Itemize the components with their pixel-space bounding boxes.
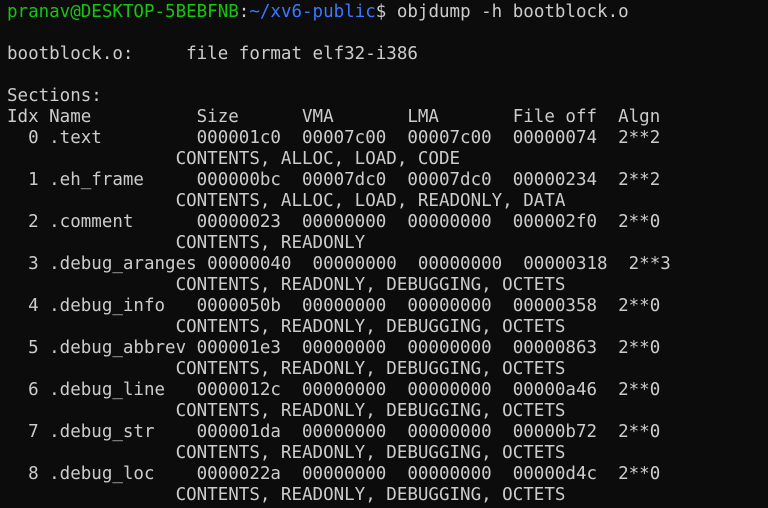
section-flags-debug-info: CONTENTS, READONLY, DEBUGGING, OCTETS xyxy=(7,317,566,337)
terminal-window[interactable]: pranav@DESKTOP-5BEBFNB:~/xv6-public$ obj… xyxy=(0,0,768,508)
prompt-separator: : xyxy=(238,2,250,22)
section-row-debug-loc: 8 .debug_loc 0000022a 00000000 00000000 … xyxy=(7,464,661,484)
section-row-text: 0 .text 000001c0 00007c00 00007c00 00000… xyxy=(7,128,661,148)
prompt-path: ~/xv6-public xyxy=(249,2,376,22)
section-flags-comment: CONTENTS, READONLY xyxy=(7,233,366,253)
section-row-debug-abbrev: 5 .debug_abbrev 000001e3 00000000 000000… xyxy=(7,338,661,358)
file-format-line: bootblock.o: file format elf32-i386 xyxy=(7,44,418,64)
command-text[interactable]: objdump -h bootblock.o xyxy=(397,2,629,22)
sections-label: Sections: xyxy=(7,86,102,106)
section-flags-debug-abbrev: CONTENTS, READONLY, DEBUGGING, OCTETS xyxy=(7,359,566,379)
section-row-comment: 2 .comment 00000023 00000000 00000000 00… xyxy=(7,212,661,232)
prompt-symbol: $ xyxy=(375,2,397,22)
prompt-line: pranav@DESKTOP-5BEBFNB:~/xv6-public$ obj… xyxy=(7,2,768,23)
section-row-debug-line: 6 .debug_line 0000012c 00000000 00000000… xyxy=(7,380,661,400)
section-row-eh-frame: 1 .eh_frame 000000bc 00007dc0 00007dc0 0… xyxy=(7,170,661,190)
section-row-debug-aranges: 3 .debug_aranges 00000040 00000000 00000… xyxy=(7,254,671,274)
section-flags-debug-loc: CONTENTS, READONLY, DEBUGGING, OCTETS xyxy=(7,485,566,505)
section-flags-debug-str: CONTENTS, READONLY, DEBUGGING, OCTETS xyxy=(7,443,566,463)
section-flags-debug-line: CONTENTS, READONLY, DEBUGGING, OCTETS xyxy=(7,401,566,421)
section-flags-text: CONTENTS, ALLOC, LOAD, CODE xyxy=(7,149,461,169)
section-row-debug-str: 7 .debug_str 000001da 00000000 00000000 … xyxy=(7,422,661,442)
section-flags-eh-frame: CONTENTS, ALLOC, LOAD, READONLY, DATA xyxy=(7,191,566,211)
prompt-user-host: pranav@DESKTOP-5BEBFNB xyxy=(7,2,239,22)
section-flags-debug-aranges: CONTENTS, READONLY, DEBUGGING, OCTETS xyxy=(7,275,566,295)
section-row-debug-info: 4 .debug_info 0000050b 00000000 00000000… xyxy=(7,296,661,316)
table-header: Idx Name Size VMA LMA File off Algn xyxy=(7,107,661,127)
